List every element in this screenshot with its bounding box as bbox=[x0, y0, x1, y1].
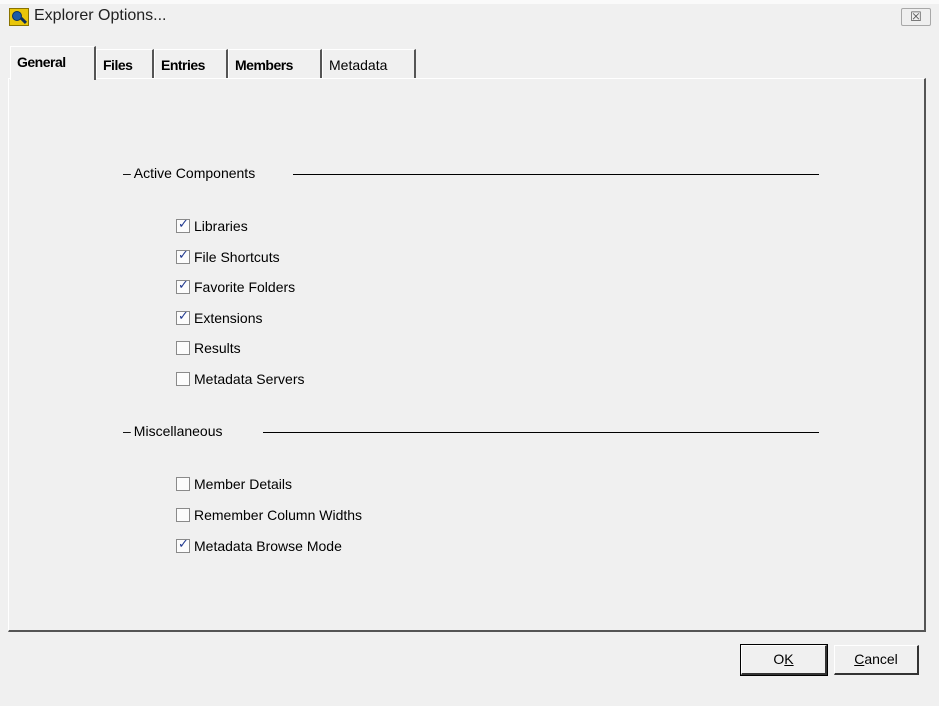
checkmark-icon: ✓ bbox=[178, 247, 189, 263]
tab-files[interactable]: Files bbox=[96, 49, 154, 79]
active-components-divider bbox=[293, 174, 819, 175]
checkbox[interactable]: ✓ bbox=[176, 537, 190, 553]
window-title: Explorer Options... bbox=[34, 7, 167, 24]
checkmark-icon: ✓ bbox=[178, 537, 189, 552]
checkbox-label: Results bbox=[194, 340, 241, 356]
checkbox[interactable] bbox=[176, 508, 190, 522]
checkbox-label: Metadata Browse Mode bbox=[194, 538, 342, 554]
tab-entries[interactable]: Entries bbox=[154, 49, 228, 79]
checkbox-label: Metadata Servers bbox=[194, 370, 305, 387]
active-components-title: – Active Components bbox=[123, 165, 264, 181]
tab-members[interactable]: Members bbox=[228, 49, 322, 79]
title-bar: Explorer Options... ☒ bbox=[0, 0, 939, 31]
checkbox[interactable] bbox=[176, 477, 190, 491]
close-icon: ☒ bbox=[910, 9, 922, 24]
checkbox[interactable]: ✓ bbox=[176, 308, 190, 325]
ok-button[interactable]: OK bbox=[740, 644, 828, 676]
miscellaneous-title: – Miscellaneous bbox=[123, 423, 231, 439]
title-bar-top-strip bbox=[0, 0, 939, 4]
checkbox-label: Favorite Folders bbox=[194, 279, 296, 295]
checkbox-label: Remember Column Widths bbox=[194, 507, 363, 523]
checkbox-label: Extensions bbox=[194, 309, 263, 326]
explorer-app-icon bbox=[9, 8, 29, 26]
checkbox[interactable]: ✓ bbox=[176, 247, 190, 264]
checkbox[interactable] bbox=[176, 341, 190, 355]
close-button[interactable]: ☒ bbox=[901, 8, 931, 26]
magnifier-handle-icon bbox=[19, 16, 28, 25]
miscellaneous-divider bbox=[263, 432, 819, 433]
checkbox[interactable] bbox=[176, 371, 190, 386]
tab-general[interactable]: General bbox=[10, 46, 96, 80]
checkbox-label: Libraries bbox=[194, 218, 248, 234]
checkmark-icon: ✓ bbox=[178, 308, 189, 324]
checkbox[interactable]: ✓ bbox=[176, 278, 190, 294]
cancel-button[interactable]: Cancel bbox=[834, 645, 919, 675]
general-tab-panel: – Active Components ✓ Libraries ✓ File Short… bbox=[8, 78, 926, 632]
checkmark-icon: ✓ bbox=[178, 278, 189, 293]
ok-button-label: OK bbox=[773, 651, 794, 667]
checkmark-icon: ✓ bbox=[178, 217, 189, 232]
cancel-button-label: Cancel bbox=[854, 651, 898, 667]
tab-metadata[interactable]: Metadata bbox=[322, 49, 416, 79]
checkbox[interactable]: ✓ bbox=[176, 217, 190, 233]
checkbox-label: File Shortcuts bbox=[194, 248, 280, 265]
checkbox-label: Member Details bbox=[194, 476, 293, 492]
